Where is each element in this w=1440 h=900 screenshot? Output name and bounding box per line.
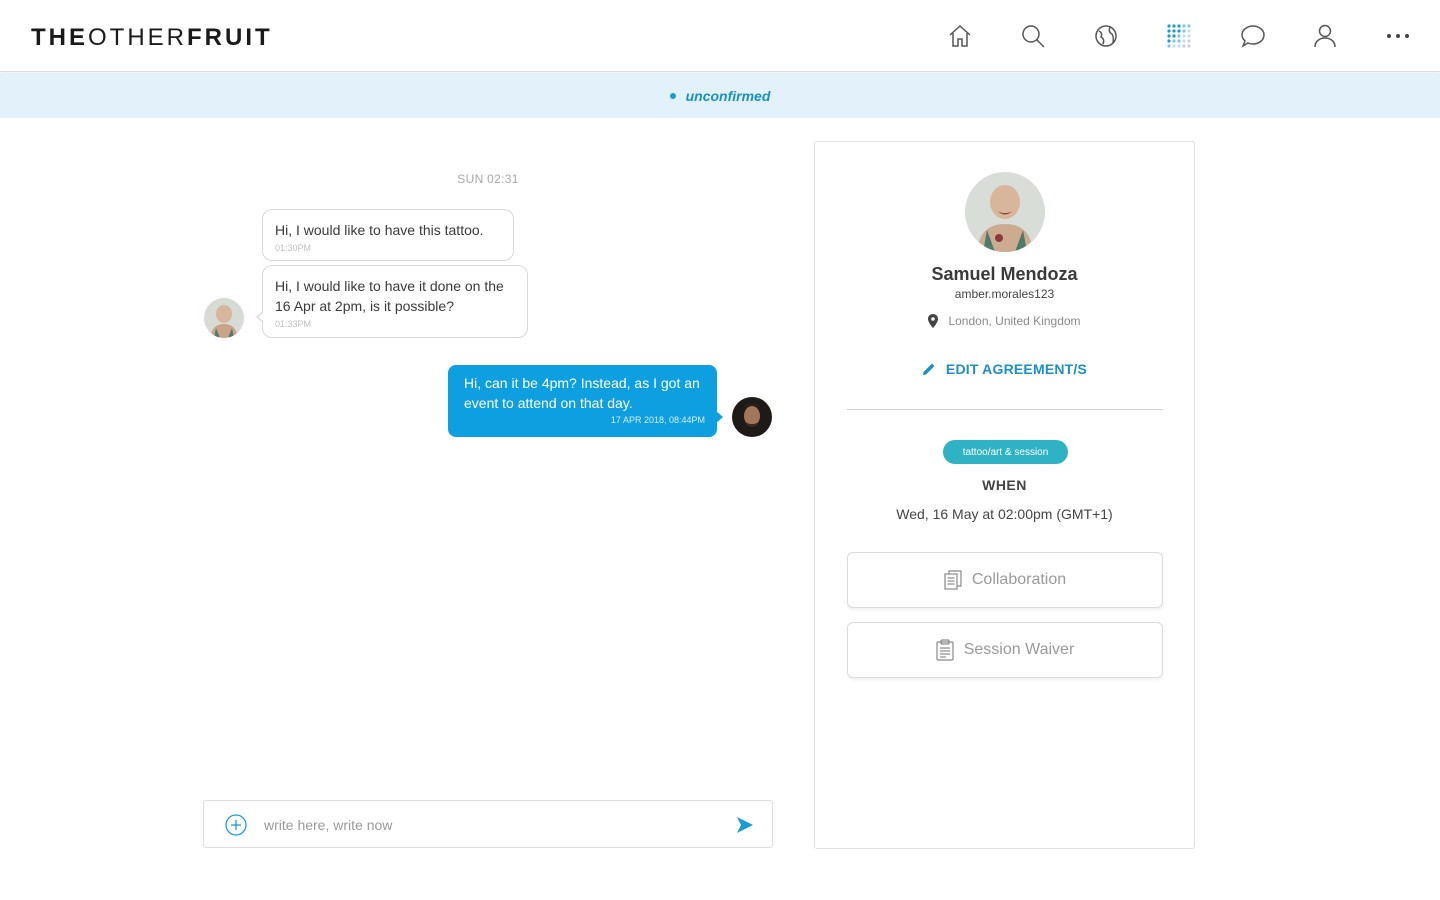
home-icon [949, 24, 971, 47]
search-icon [1022, 25, 1045, 48]
message-time: 17 APR 2018, 08:44PM [610, 415, 705, 425]
message-bubble-outgoing: Hi, can it be 4pm? Instead, as I got an … [448, 365, 723, 437]
edit-agreement-button[interactable]: EDIT AGREEMENT/S [815, 361, 1194, 377]
avatar-photo [965, 172, 1045, 252]
category-tag: tattoo/art & session [943, 440, 1068, 464]
grid-dots-icon [1167, 24, 1191, 48]
divider [847, 409, 1163, 410]
message-composer [203, 800, 773, 848]
nav-explore-button[interactable] [1092, 22, 1120, 50]
nav-dashboard-button[interactable] [1165, 22, 1193, 50]
send-icon[interactable] [735, 815, 755, 835]
nav-search-button[interactable] [1019, 22, 1047, 50]
location-pin-icon [928, 314, 939, 328]
add-attachment-icon[interactable] [225, 814, 247, 836]
logo-text-the: THE [31, 24, 88, 51]
collaboration-label: Collaboration [971, 571, 1067, 588]
message-time: 01:33PM [275, 319, 312, 329]
agreement-status-bar: unconfirmed [0, 73, 1440, 118]
profile-avatar[interactable] [965, 172, 1045, 252]
edit-agreement-label: EDIT AGREEMENT/S [945, 361, 1088, 377]
globe-icon [1095, 25, 1117, 47]
more-icon [1387, 34, 1409, 38]
message-time: 01:30PM [275, 243, 312, 253]
nav-home-button[interactable] [946, 22, 974, 50]
document-icon [944, 570, 962, 590]
own-avatar[interactable] [732, 397, 772, 437]
user-icon [1314, 24, 1336, 48]
message-text: Hi, can it be 4pm? Instead, as I got an … [464, 375, 700, 411]
status-text: unconfirmed [685, 87, 771, 104]
location-text: London, United Kingdom [948, 314, 1081, 328]
top-header: THEOTHERFRUIT [0, 0, 1440, 72]
nav-messages-button[interactable] [1239, 22, 1267, 50]
sender-avatar[interactable] [204, 298, 244, 338]
app-logo[interactable]: THEOTHERFRUIT [31, 24, 273, 52]
collaboration-document-button[interactable]: Collaboration [847, 552, 1163, 608]
when-label: WHEN [982, 477, 1027, 493]
profile-name: Samuel Mendoza [931, 264, 1078, 284]
message-input[interactable] [264, 814, 724, 836]
logo-text-other: OTHER [88, 24, 187, 51]
avatar-photo [732, 397, 772, 437]
chat-icon [1241, 25, 1265, 48]
profile-username: amber.morales123 [954, 287, 1055, 301]
avatar-photo [204, 298, 244, 338]
session-waiver-document-button[interactable]: Session Waiver [847, 622, 1163, 678]
status-dot-icon [669, 92, 676, 99]
message-text: Hi, I would like to have this tattoo. [275, 222, 484, 238]
when-value: Wed, 16 May at 02:00pm (GMT+1) [896, 506, 1113, 522]
day-timestamp: SUN 02:31 [457, 172, 519, 186]
clipboard-icon [936, 639, 954, 661]
message-bubble-incoming: Hi, I would like to have this tattoo. 01… [262, 209, 514, 261]
session-waiver-label: Session Waiver [963, 641, 1075, 658]
profile-location: London, United Kingdom [815, 314, 1194, 328]
message-text: Hi, I would like to have it done on the … [275, 278, 504, 314]
agreement-profile-card: Samuel Mendoza amber.morales123 London, … [814, 141, 1195, 849]
pencil-icon [922, 363, 935, 375]
nav-profile-button[interactable] [1311, 22, 1339, 50]
logo-text-fruit: FRUIT [187, 24, 273, 51]
nav-more-button[interactable] [1384, 22, 1412, 50]
message-bubble-incoming: Hi, I would like to have it done on the … [256, 265, 528, 338]
